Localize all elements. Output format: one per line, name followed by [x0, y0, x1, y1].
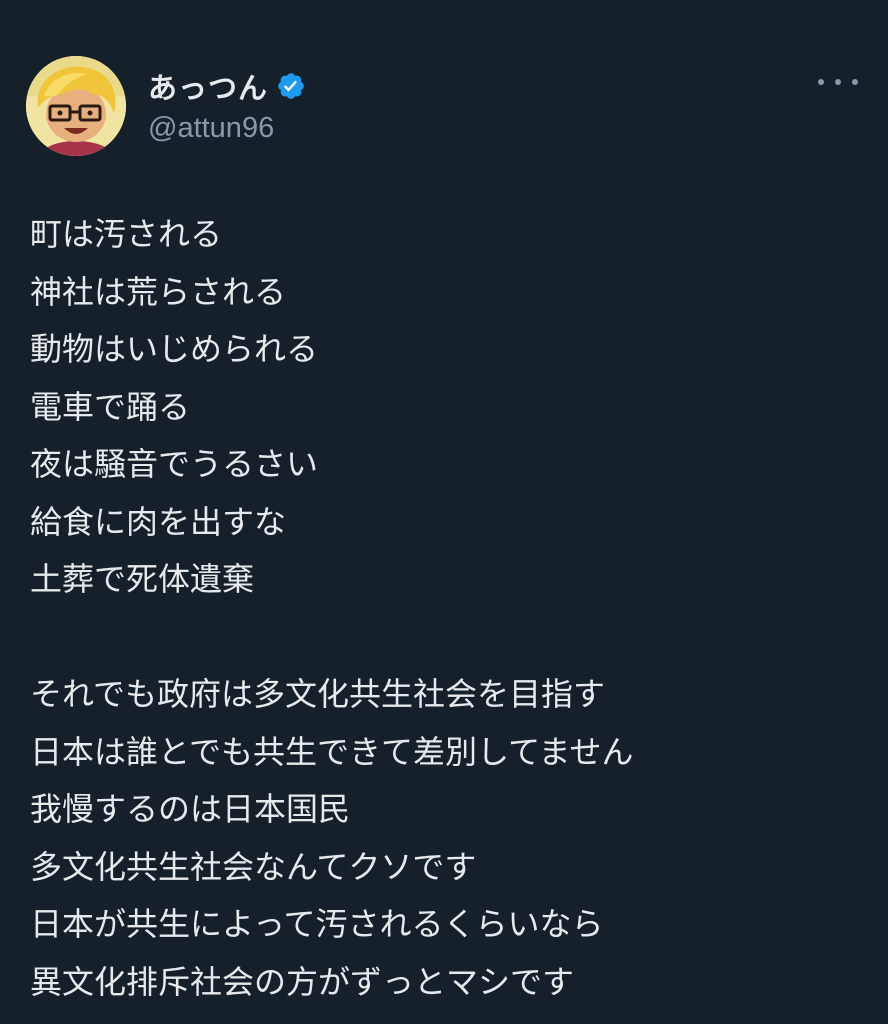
tweet-line: 多文化共生社会なんてクソです	[30, 847, 477, 886]
tweet-line: 給食に肉を出すな	[30, 502, 287, 541]
tweet-line: 夜は騒音でうるさい	[30, 445, 319, 483]
tweet-line: 神社は荒らされる	[30, 272, 287, 311]
more-dot	[835, 79, 841, 85]
user-handle[interactable]: @attun96	[148, 112, 306, 145]
tweet-text: 町は汚される 神社は荒らされる 動物はいじめられる 電車で踊る 夜は騒音でうるさ…	[30, 206, 868, 1011]
avatar[interactable]	[26, 56, 126, 156]
tweet-line: それでも政府は多文化共生社会を目指す	[30, 675, 606, 713]
tweet-line: 動物はいじめられる	[30, 330, 319, 368]
verified-badge-icon	[276, 71, 306, 101]
tweet-line: 電車で踊る	[30, 387, 191, 426]
more-dot	[852, 79, 858, 85]
tweet-line: 異文化排斥社会の方がずっとマシです	[30, 962, 575, 1001]
author-names: あっつん @attun96	[148, 66, 306, 145]
display-name[interactable]: あっつん	[148, 65, 268, 107]
tweet-line: 土葬で死体遺棄	[30, 560, 255, 598]
display-name-row: あっつん	[148, 66, 306, 106]
more-horizontal-icon[interactable]	[818, 70, 858, 94]
tweet-line: 町は汚される	[30, 215, 223, 253]
tweet-line: 我慢するのは日本国民	[30, 790, 351, 828]
more-dot	[818, 79, 824, 85]
tweet-line: 日本が共生によって汚されるくらいなら	[30, 905, 604, 943]
tweet-header: あっつん @attun96	[26, 56, 862, 156]
tweet-line: 日本は誰とでも共生できて差別してません	[30, 732, 634, 771]
